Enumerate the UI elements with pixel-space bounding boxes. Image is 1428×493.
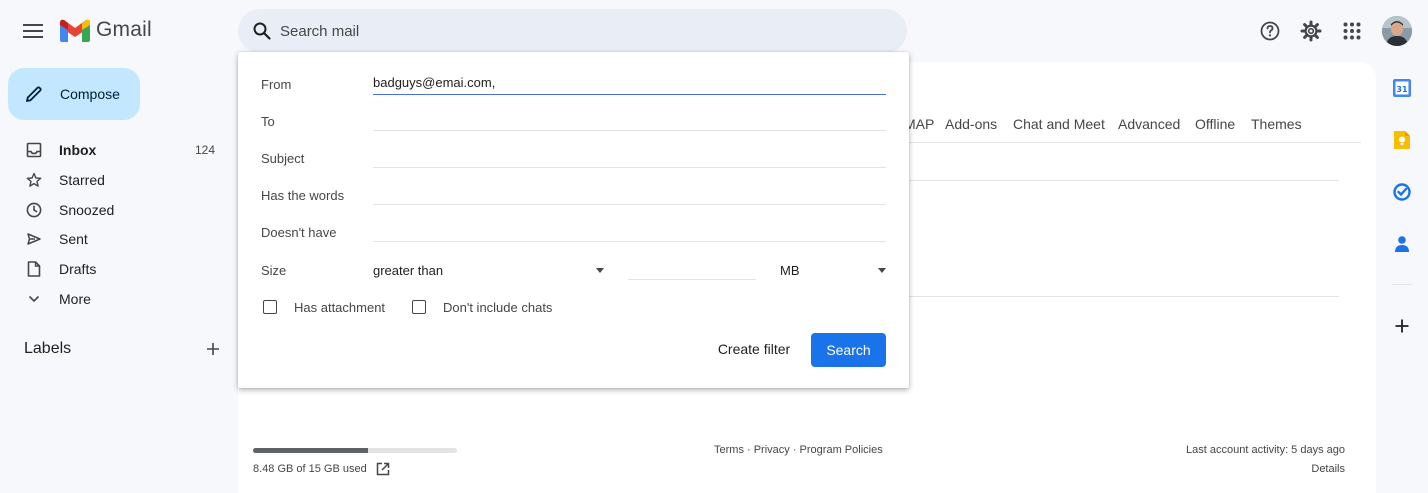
size-unit-select[interactable]: MB <box>780 258 886 282</box>
main-menu-button[interactable] <box>20 18 46 44</box>
clock-icon <box>24 202 44 218</box>
nav-label: More <box>59 291 91 307</box>
subject-label: Subject <box>261 151 305 166</box>
has-attachment-label: Has attachment <box>294 300 386 315</box>
inbox-icon <box>24 142 44 158</box>
tasks-icon <box>1393 183 1411 201</box>
search-bar[interactable] <box>238 9 907 53</box>
storage-info: 8.48 GB of 15 GB used <box>253 462 390 476</box>
size-operator-select[interactable]: greater than <box>373 258 604 282</box>
tab-advanced[interactable]: Advanced <box>1118 116 1180 132</box>
settings-button[interactable] <box>1299 19 1323 43</box>
nav-item-starred[interactable]: Starred <box>0 165 228 195</box>
manage-storage-link[interactable] <box>376 462 390 476</box>
to-label: To <box>261 114 275 129</box>
contacts-icon <box>1395 236 1409 252</box>
doesnt-have-field[interactable] <box>373 218 886 242</box>
section-divider <box>900 296 1339 297</box>
storage-bar-fill <box>253 448 369 453</box>
account-avatar[interactable] <box>1382 16 1412 46</box>
compose-label: Compose <box>60 86 120 102</box>
storage-bar <box>253 448 457 453</box>
create-filter-button[interactable]: Create filter <box>708 334 800 364</box>
tasks-app-button[interactable] <box>1390 180 1414 204</box>
nav-item-sent[interactable]: Sent <box>0 224 228 254</box>
section-divider <box>900 180 1339 181</box>
send-icon <box>24 231 44 247</box>
nav-item-inbox[interactable]: Inbox 124 <box>0 135 228 165</box>
last-activity: Last account activity: 5 days ago <box>1186 444 1345 456</box>
search-icon[interactable] <box>250 19 274 43</box>
user-photo-icon <box>1382 16 1412 46</box>
hamburger-icon <box>23 24 43 38</box>
doesnt-have-label: Doesn't have <box>261 225 337 240</box>
size-label: Size <box>261 263 287 278</box>
contacts-app-button[interactable] <box>1390 232 1414 256</box>
tab-themes[interactable]: Themes <box>1251 116 1302 132</box>
calendar-app-button[interactable]: 31 <box>1390 76 1414 100</box>
keep-app-button[interactable] <box>1390 128 1414 152</box>
nav-label: Sent <box>59 231 88 247</box>
has-words-field[interactable] <box>373 181 886 205</box>
tab-chat-meet[interactable]: Chat and Meet <box>1013 116 1105 132</box>
advanced-search-panel: From To Subject Has the words Doesn't ha… <box>238 52 909 388</box>
nav-label: Starred <box>59 172 105 188</box>
keep-icon <box>1394 131 1410 149</box>
nav-item-snoozed[interactable]: Snoozed <box>0 195 228 225</box>
nav-label: Drafts <box>59 261 97 277</box>
labels-section: Labels <box>24 338 220 360</box>
get-addons-button[interactable] <box>1390 314 1414 338</box>
plus-icon <box>1395 319 1409 333</box>
footer-links[interactable]: Terms · Privacy · Program Policies <box>714 444 883 456</box>
from-field[interactable] <box>373 71 886 95</box>
to-field[interactable] <box>373 107 886 131</box>
subject-field[interactable] <box>373 144 886 168</box>
unread-count: 124 <box>195 143 216 157</box>
has-attachment-checkbox[interactable] <box>263 300 277 314</box>
help-icon <box>1260 21 1280 41</box>
plus-icon <box>207 343 219 355</box>
has-words-label: Has the words <box>261 188 345 203</box>
tab-addons[interactable]: Add-ons <box>945 116 997 132</box>
chevron-down-icon <box>24 295 44 303</box>
size-operator-value: greater than <box>373 262 444 278</box>
pencil-icon <box>24 84 44 104</box>
storage-text: 8.48 GB of 15 GB used <box>253 463 367 475</box>
no-chats-label: Don't include chats <box>443 300 553 315</box>
create-label-button[interactable] <box>206 342 220 356</box>
calendar-icon: 31 <box>1393 79 1411 97</box>
side-divider <box>1392 284 1412 285</box>
app-name: Gmail <box>96 18 152 41</box>
tabs-divider <box>900 142 1361 143</box>
gear-icon <box>1300 20 1322 42</box>
size-unit-value: MB <box>780 262 800 278</box>
nav-item-more[interactable]: More <box>0 284 228 314</box>
nav-label: Inbox <box>59 142 97 158</box>
details-link[interactable]: Details <box>1311 463 1345 475</box>
external-link-icon <box>376 462 389 476</box>
size-value-field[interactable] <box>628 256 756 280</box>
gmail-m-icon <box>60 19 90 42</box>
google-apps-button[interactable] <box>1340 19 1364 43</box>
nav-label: Snoozed <box>59 202 115 218</box>
dropdown-arrow-icon <box>596 267 604 273</box>
search-button[interactable]: Search <box>811 333 886 367</box>
tab-offline[interactable]: Offline <box>1195 116 1235 132</box>
apps-grid-icon <box>1343 22 1361 40</box>
labels-heading: Labels <box>24 340 72 357</box>
svg-text:31: 31 <box>1396 85 1408 94</box>
star-icon <box>24 172 44 188</box>
nav-item-drafts[interactable]: Drafts <box>0 254 228 284</box>
compose-button[interactable]: Compose <box>8 68 140 120</box>
search-input[interactable] <box>280 22 840 40</box>
dropdown-arrow-icon <box>878 267 886 273</box>
draft-icon <box>24 261 44 277</box>
gmail-logo[interactable]: Gmail <box>60 18 152 42</box>
from-label: From <box>261 77 292 92</box>
support-button[interactable] <box>1258 19 1282 43</box>
no-chats-checkbox[interactable] <box>412 300 426 314</box>
